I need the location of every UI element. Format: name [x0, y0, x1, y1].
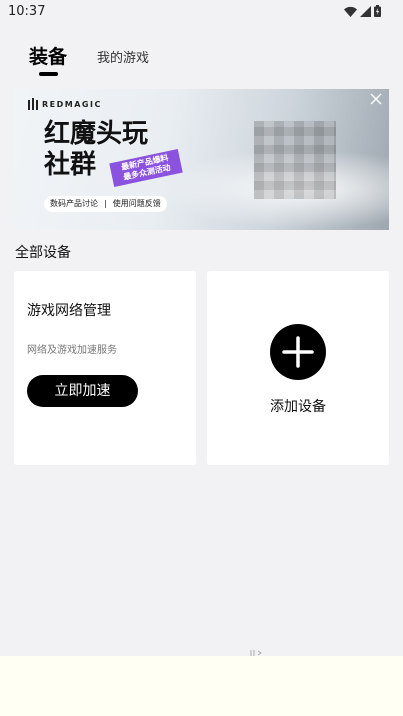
card-subtitle: 网络及游戏加速服务 — [27, 345, 117, 356]
topic-feedback: 使用问题反馈 — [112, 199, 161, 208]
accelerate-button[interactable]: 立即加速 — [27, 375, 138, 407]
add-device-button[interactable] — [270, 324, 326, 380]
game-network-card[interactable]: 游戏网络管理 网络及游戏加速服务 立即加速 — [14, 271, 196, 465]
top-tabs: 装备 我的游戏 — [0, 40, 403, 80]
signal-icon — [360, 5, 371, 17]
brand-name: REDMAGIC — [42, 99, 102, 109]
topic-discussion: 数码产品讨论 — [50, 199, 98, 208]
add-device-label: 添加设备 — [270, 399, 326, 415]
section-title: 全部设备 — [15, 245, 71, 261]
topic-separator: | — [104, 199, 107, 208]
tab-equipment[interactable]: 装备 — [29, 42, 67, 69]
promo-banner[interactable]: REDMAGIC 红魔头玩 社群 最新产品爆料 最多众测活动 数码产品讨论 | … — [14, 89, 389, 230]
qr-code-image — [254, 121, 336, 199]
tab-my-games[interactable]: 我的游戏 — [97, 47, 149, 66]
redmagic-logo-icon — [28, 98, 38, 110]
banner-topics: 数码产品讨论 | 使用问题反馈 — [44, 196, 167, 212]
status-icons — [344, 5, 381, 17]
plus-icon — [282, 336, 314, 368]
active-tab-indicator — [39, 72, 58, 76]
card-title: 游戏网络管理 — [27, 303, 111, 319]
status-time: 10:37 — [8, 4, 46, 19]
add-device-card[interactable]: 添加设备 — [207, 271, 389, 465]
battery-icon — [374, 5, 381, 17]
close-icon[interactable] — [369, 92, 383, 106]
brand-logo: REDMAGIC — [28, 98, 102, 110]
wifi-icon — [344, 6, 357, 17]
banner-title-line1: 红魔头玩 — [44, 119, 149, 149]
status-bar: 10:37 — [0, 0, 403, 24]
bottom-panel — [0, 656, 403, 716]
